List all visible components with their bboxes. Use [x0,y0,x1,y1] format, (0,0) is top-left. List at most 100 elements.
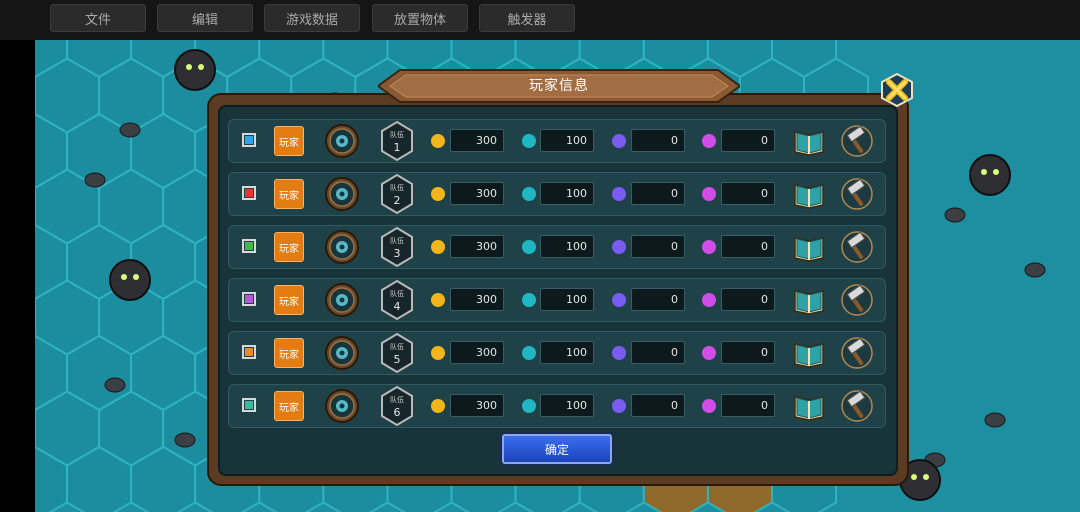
team-number: 5 [393,353,401,366]
mana-icon [612,293,626,307]
mana-field[interactable]: 0 [631,182,685,205]
hammer-icon[interactable] [840,177,874,211]
hammer-icon[interactable] [840,283,874,317]
team-number: 6 [393,406,401,419]
magic-icon [702,240,716,254]
book-icon[interactable] [792,336,826,370]
gold-icon [431,293,445,307]
food-field[interactable]: 100 [540,182,594,205]
player-type-button[interactable]: 玩家 [274,338,304,368]
mana-field[interactable]: 0 [631,341,685,364]
menu-place-object-button[interactable]: 放置物体 [372,4,468,32]
menu-trigger-button[interactable]: 触发器 [479,4,575,32]
book-icon[interactable] [792,124,826,158]
food-icon [522,187,536,201]
hammer-icon[interactable] [840,230,874,264]
book-icon[interactable] [792,230,826,264]
hammer-icon[interactable] [840,389,874,423]
magic-icon [702,187,716,201]
team-number: 3 [393,247,401,260]
hammer-icon[interactable] [840,336,874,370]
mana-field[interactable]: 0 [631,288,685,311]
confirm-button[interactable]: 确定 [502,434,612,464]
left-edge-strip [0,40,35,512]
team-label: 队伍 [390,237,404,245]
color-fill [245,189,253,197]
food-field[interactable]: 100 [540,288,594,311]
color-fill [245,242,253,250]
team-label: 队伍 [390,290,404,298]
player-color-swatch[interactable] [242,186,256,200]
sun-emblem-icon[interactable] [324,123,360,159]
gold-field[interactable]: 300 [450,341,504,364]
player-row: 玩家 队伍 2 300 100 0 0 [228,172,886,216]
hammer-icon[interactable] [840,124,874,158]
skull-emblem-icon[interactable] [324,176,360,212]
mana-field[interactable]: 0 [631,129,685,152]
magic-field[interactable]: 0 [721,182,775,205]
gold-field[interactable]: 300 [450,288,504,311]
player-type-button[interactable]: 玩家 [274,285,304,315]
gold-icon [431,187,445,201]
gold-icon [431,399,445,413]
player-color-swatch[interactable] [242,292,256,306]
menu-file-button[interactable]: 文件 [50,4,146,32]
food-icon [522,134,536,148]
player-row: 玩家 队伍 4 300 100 0 0 [228,278,886,322]
gold-field[interactable]: 300 [450,182,504,205]
beast-emblem-icon[interactable] [324,282,360,318]
book-icon[interactable] [792,389,826,423]
close-icon[interactable] [880,73,914,107]
paw-emblem-icon[interactable] [324,388,360,424]
food-icon [522,240,536,254]
color-fill [245,295,253,303]
color-fill [245,348,253,356]
color-fill [245,136,253,144]
mana-icon [612,240,626,254]
gold-field[interactable]: 300 [450,235,504,258]
magic-field[interactable]: 0 [721,235,775,258]
team-label: 队伍 [390,131,404,139]
mana-icon [612,187,626,201]
gold-icon [431,134,445,148]
player-type-button[interactable]: 玩家 [274,391,304,421]
player-type-button[interactable]: 玩家 [274,126,304,156]
mana-field[interactable]: 0 [631,235,685,258]
food-field[interactable]: 100 [540,235,594,258]
food-field[interactable]: 100 [540,129,594,152]
mana-field[interactable]: 0 [631,394,685,417]
food-icon [522,346,536,360]
player-color-swatch[interactable] [242,133,256,147]
player-type-button[interactable]: 玩家 [274,179,304,209]
food-icon [522,399,536,413]
team-label: 队伍 [390,184,404,192]
player-type-button[interactable]: 玩家 [274,232,304,262]
gold-icon [431,346,445,360]
gold-field[interactable]: 300 [450,129,504,152]
player-color-swatch[interactable] [242,239,256,253]
player-color-swatch[interactable] [242,345,256,359]
food-field[interactable]: 100 [540,394,594,417]
food-icon [522,293,536,307]
magic-icon [702,399,716,413]
color-fill [245,401,253,409]
gold-field[interactable]: 300 [450,394,504,417]
book-icon[interactable] [792,283,826,317]
book-icon[interactable] [792,177,826,211]
magic-field[interactable]: 0 [721,341,775,364]
player-row: 玩家 队伍 5 300 100 0 0 [228,331,886,375]
magic-field[interactable]: 0 [721,129,775,152]
gear-emblem-icon[interactable] [324,229,360,265]
top-menu-bar: 文件 编辑 游戏数据 放置物体 触发器 [0,0,1080,40]
menu-game-data-button[interactable]: 游戏数据 [264,4,360,32]
food-field[interactable]: 100 [540,341,594,364]
team-label: 队伍 [390,343,404,351]
player-row: 玩家 队伍 3 300 100 0 0 [228,225,886,269]
player-color-swatch[interactable] [242,398,256,412]
team-number: 1 [393,141,401,154]
menu-edit-button[interactable]: 编辑 [157,4,253,32]
magic-field[interactable]: 0 [721,394,775,417]
magic-icon [702,134,716,148]
wing-emblem-icon[interactable] [324,335,360,371]
magic-field[interactable]: 0 [721,288,775,311]
